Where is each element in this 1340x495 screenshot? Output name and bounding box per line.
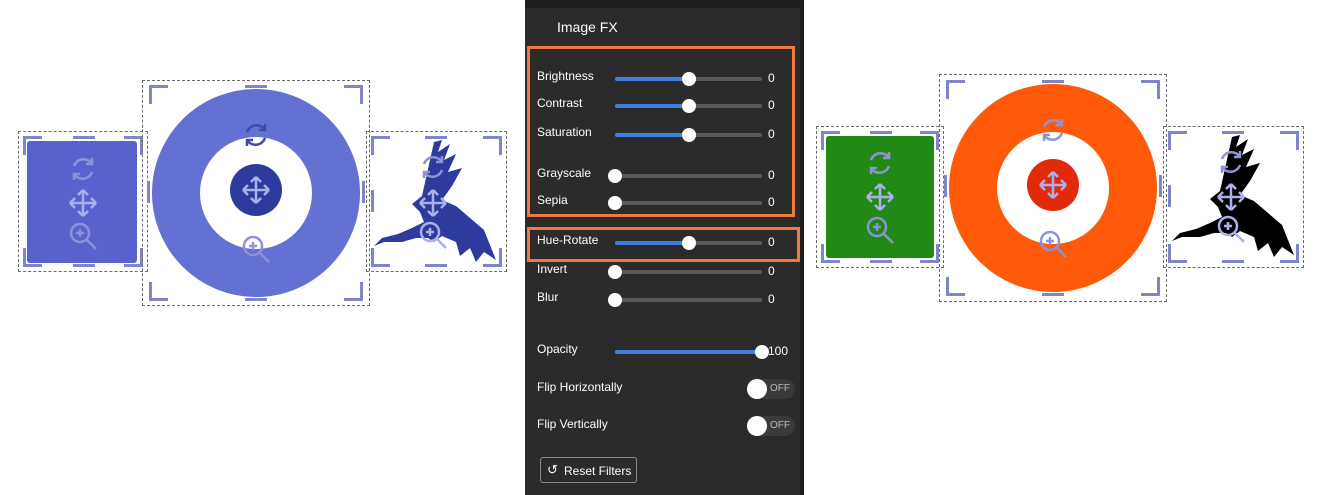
slider-thumb[interactable] [681, 236, 696, 250]
resize-handle[interactable] [73, 136, 95, 139]
slider-label: Brightness [537, 69, 594, 83]
slider-grayscale[interactable] [608, 169, 762, 183]
toggle-label: Flip Horizontally [537, 380, 623, 394]
move-icon[interactable] [239, 173, 273, 207]
slider-value: 100 [768, 344, 789, 358]
resize-handle[interactable] [362, 181, 365, 203]
slider-label: Hue-Rotate [537, 233, 599, 247]
zoom-icon[interactable] [1036, 227, 1070, 261]
slider-value: 0 [768, 235, 775, 249]
slider-fill [615, 104, 689, 108]
slider-value: 0 [768, 168, 775, 182]
slider-thumb[interactable] [681, 128, 696, 142]
slider-row-brightness: Brightness 0 [525, 66, 804, 90]
resize-handle[interactable] [870, 260, 892, 263]
slider-fill [615, 241, 689, 245]
reset-filters-button[interactable]: ↺ Reset Filters [540, 457, 637, 483]
toggle-state: OFF [770, 383, 790, 394]
zoom-icon[interactable] [416, 218, 450, 252]
slider-thumb[interactable] [681, 99, 696, 113]
slider-value: 0 [768, 127, 775, 141]
slider-label: Invert [537, 262, 568, 276]
slider-value: 0 [768, 292, 775, 306]
toggle-row-flip-vertically: Flip Vertically OFF [525, 414, 804, 438]
toggle-flip-vertically[interactable]: OFF [747, 416, 795, 436]
slider-label: Contrast [537, 96, 583, 110]
rotate-icon[interactable] [863, 146, 897, 180]
slider-row-opacity: Opacity 100 [525, 339, 804, 363]
toggle-knob [747, 416, 767, 436]
slider-fill [615, 350, 762, 354]
slider-thumb[interactable] [755, 345, 769, 359]
resize-handle[interactable] [147, 181, 150, 203]
resize-handle[interactable] [1159, 175, 1162, 197]
slider-thumb[interactable] [608, 196, 622, 210]
slider-row-invert: Invert 0 [525, 259, 804, 283]
zoom-icon[interactable] [66, 219, 100, 253]
rotate-icon[interactable] [416, 150, 450, 184]
slider-fill [615, 77, 689, 81]
zoom-icon[interactable] [1214, 212, 1248, 246]
slider-value: 0 [768, 264, 775, 278]
reset-icon: ↺ [547, 462, 558, 477]
toggle-state: OFF [770, 420, 790, 431]
slider-row-grayscale: Grayscale 0 [525, 163, 804, 187]
toggle-row-flip-horizontally: Flip Horizontally OFF [525, 377, 804, 401]
rotate-icon[interactable] [66, 152, 100, 186]
slider-label: Sepia [537, 193, 568, 207]
slider-value: 0 [768, 195, 775, 209]
move-icon[interactable] [1214, 180, 1248, 214]
slider-blur[interactable] [608, 293, 762, 307]
slider-thumb[interactable] [608, 293, 622, 307]
slider-value: 0 [768, 98, 775, 112]
slider-row-blur: Blur 0 [525, 287, 804, 311]
reset-filters-label: Reset Filters [564, 464, 632, 478]
slider-label: Opacity [537, 342, 578, 356]
slider-row-hue-rotate: Hue-Rotate 0 [525, 230, 804, 254]
slider-row-saturation: Saturation 0 [525, 122, 804, 146]
move-icon[interactable] [416, 186, 450, 220]
slider-saturation[interactable] [615, 128, 762, 142]
toggle-flip-horizontally[interactable]: OFF [747, 379, 795, 399]
zoom-icon[interactable] [863, 213, 897, 247]
resize-handle[interactable] [245, 298, 267, 301]
rotate-icon[interactable] [1214, 145, 1248, 179]
slider-label: Grayscale [537, 166, 592, 180]
zoom-icon[interactable] [239, 232, 273, 266]
rotate-icon[interactable] [239, 118, 273, 152]
slider-brightness[interactable] [615, 72, 762, 86]
image-fx-panel: Image FX Brightness 0 Contrast 0 Saturation 0… [525, 0, 804, 495]
resize-handle[interactable] [870, 131, 892, 134]
slider-thumb[interactable] [608, 169, 622, 183]
move-icon[interactable] [66, 186, 100, 220]
slider-sepia[interactable] [608, 196, 762, 210]
slider-value: 0 [768, 71, 775, 85]
resize-handle[interactable] [73, 264, 95, 267]
slider-row-sepia: Sepia 0 [525, 190, 804, 214]
slider-hue-rotate[interactable] [615, 236, 762, 250]
resize-handle[interactable] [1042, 293, 1064, 296]
slider-fill [615, 133, 689, 137]
toggle-label: Flip Vertically [537, 417, 608, 431]
slider-invert[interactable] [608, 265, 762, 279]
resize-handle[interactable] [944, 175, 947, 197]
move-icon[interactable] [1036, 168, 1070, 202]
panel-top-bar [525, 0, 804, 8]
slider-thumb[interactable] [681, 72, 696, 86]
slider-label: Blur [537, 290, 559, 304]
slider-label: Saturation [537, 125, 592, 139]
slider-opacity[interactable] [615, 345, 769, 359]
slider-row-contrast: Contrast 0 [525, 93, 804, 117]
slider-contrast[interactable] [615, 99, 762, 113]
toggle-knob [747, 379, 767, 399]
rotate-icon[interactable] [1036, 113, 1070, 147]
slider-thumb[interactable] [608, 265, 622, 279]
panel-title: Image FX [557, 19, 618, 35]
move-icon[interactable] [863, 180, 897, 214]
